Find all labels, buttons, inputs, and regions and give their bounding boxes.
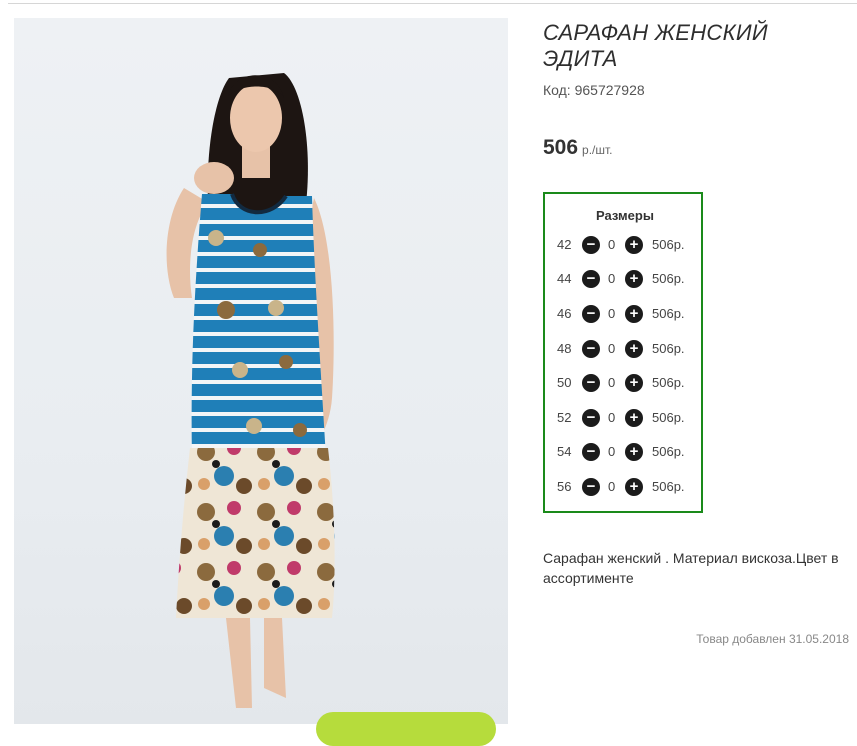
size-label: 42: [557, 237, 572, 252]
size-row: 46 − 0 + 506р.: [545, 304, 701, 324]
size-price: 506р.: [652, 375, 685, 390]
minus-circle-icon[interactable]: −: [582, 409, 600, 427]
size-price: 506р.: [652, 341, 685, 356]
quantity-value: 0: [608, 271, 616, 286]
minus-circle-icon[interactable]: −: [582, 443, 600, 461]
size-row: 54 − 0 + 506р.: [545, 442, 701, 462]
dress-model-illustration: [166, 73, 335, 708]
quantity-value: 0: [608, 410, 616, 425]
size-price: 506р.: [652, 444, 685, 459]
plus-circle-icon[interactable]: +: [625, 409, 643, 427]
add-to-cart-button[interactable]: [316, 712, 496, 746]
size-price: 506р.: [652, 410, 685, 425]
plus-circle-icon[interactable]: +: [625, 305, 643, 323]
size-row: 50 − 0 + 506р.: [545, 373, 701, 393]
quantity-value: 0: [608, 306, 616, 321]
size-price: 506р.: [652, 237, 685, 252]
sizes-panel: Размеры 42 − 0 + 506р. 44 − 0 + 506р. 46…: [543, 192, 703, 513]
size-row: 42 − 0 + 506р.: [545, 235, 701, 255]
size-price: 506р.: [652, 306, 685, 321]
product-price: 506 р./шт.: [543, 136, 613, 160]
product-code: Код: 965727928: [543, 82, 645, 98]
minus-circle-icon[interactable]: −: [582, 270, 600, 288]
added-date: Товар добавлен 31.05.2018: [696, 632, 849, 646]
size-label: 56: [557, 479, 572, 494]
size-row: 48 − 0 + 506р.: [545, 339, 701, 359]
sizes-title: Размеры: [596, 208, 654, 223]
size-row: 56 − 0 + 506р.: [545, 477, 701, 497]
size-label: 48: [557, 341, 572, 356]
size-label: 46: [557, 306, 572, 321]
minus-circle-icon[interactable]: −: [582, 478, 600, 496]
size-price: 506р.: [652, 479, 685, 494]
plus-circle-icon[interactable]: +: [625, 236, 643, 254]
size-label: 44: [557, 271, 572, 286]
size-row: 44 − 0 + 506р.: [545, 269, 701, 289]
quantity-value: 0: [608, 479, 616, 494]
top-divider: [8, 3, 857, 4]
size-label: 50: [557, 375, 572, 390]
product-title: САРАФАН ЖЕНСКИЙ ЭДИТА: [543, 20, 768, 71]
size-row: 52 − 0 + 506р.: [545, 408, 701, 428]
price-unit: р./шт.: [582, 143, 613, 157]
product-description: Сарафан женский . Материал вискоза.Цвет …: [543, 550, 839, 586]
plus-circle-icon[interactable]: +: [625, 270, 643, 288]
minus-circle-icon[interactable]: −: [582, 374, 600, 392]
price-value: 506: [543, 136, 579, 159]
size-label: 52: [557, 410, 572, 425]
minus-circle-icon[interactable]: −: [582, 340, 600, 358]
plus-circle-icon[interactable]: +: [625, 478, 643, 496]
quantity-value: 0: [608, 375, 616, 390]
minus-circle-icon[interactable]: −: [582, 305, 600, 323]
quantity-value: 0: [608, 237, 616, 252]
plus-circle-icon[interactable]: +: [625, 340, 643, 358]
quantity-value: 0: [608, 341, 616, 356]
size-price: 506р.: [652, 271, 685, 286]
quantity-value: 0: [608, 444, 616, 459]
size-label: 54: [557, 444, 572, 459]
minus-circle-icon[interactable]: −: [582, 236, 600, 254]
product-photo[interactable]: [14, 18, 508, 724]
plus-circle-icon[interactable]: +: [625, 443, 643, 461]
plus-circle-icon[interactable]: +: [625, 374, 643, 392]
